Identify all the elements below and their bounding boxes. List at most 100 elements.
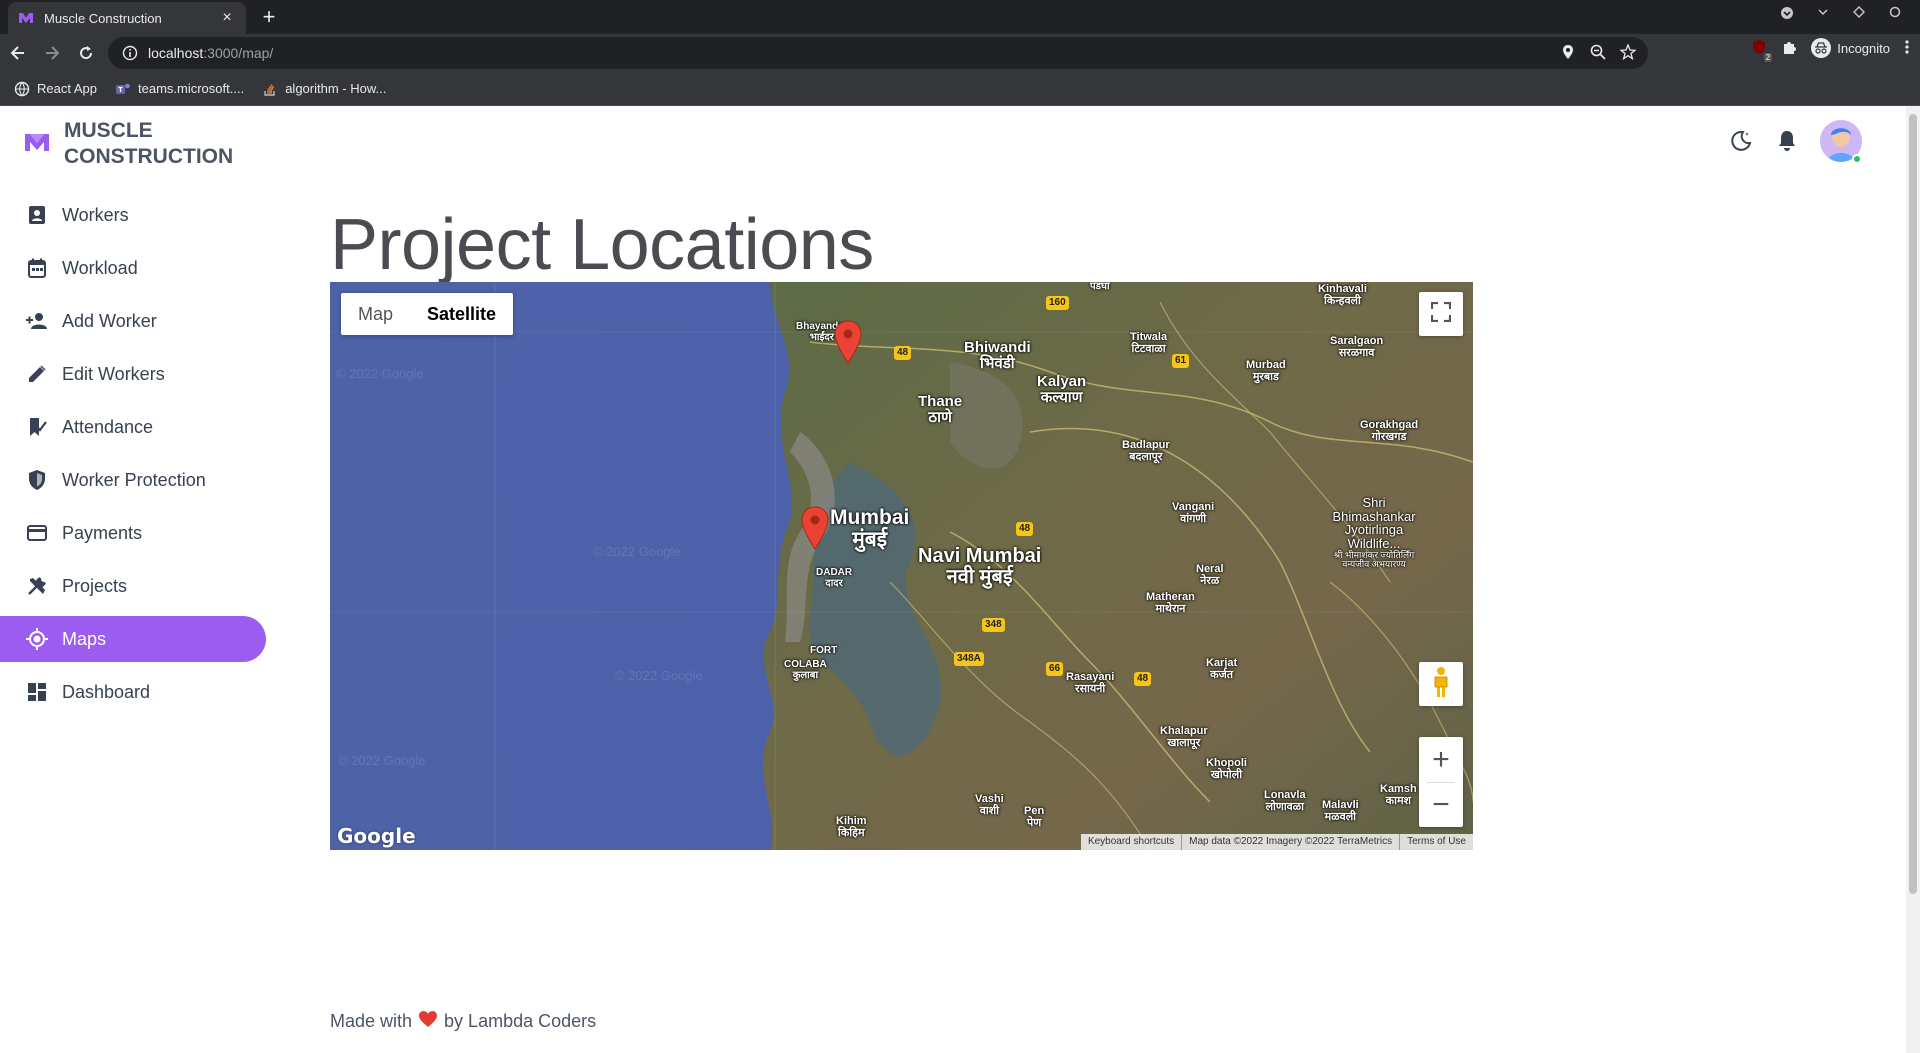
keyboard-shortcuts-link[interactable]: Keyboard shortcuts bbox=[1081, 834, 1181, 850]
stackoverflow-icon bbox=[262, 81, 278, 97]
zoom-in-button[interactable]: + bbox=[1419, 737, 1463, 782]
address-bar[interactable]: localhost :3000/map/ bbox=[108, 37, 1648, 69]
map-label-titwala: Titwala टिटवाळा bbox=[1130, 331, 1168, 355]
bookmark-stackoverflow[interactable]: algorithm - How... bbox=[262, 81, 386, 97]
pegman-icon bbox=[1432, 666, 1450, 703]
back-icon[interactable] bbox=[2, 37, 34, 69]
sidebar-item-label: Payments bbox=[62, 522, 143, 543]
map-label-bhimashankar: Shri Bhimashankar Jyotirlinga Wildlife..… bbox=[1332, 495, 1416, 569]
bookmark-label: teams.microsoft.... bbox=[138, 81, 245, 96]
bookmark-label: React App bbox=[37, 81, 97, 96]
map-label-khalapur: Khalapur खालापूर bbox=[1160, 725, 1208, 749]
map-label-padgha: पडघा bbox=[1090, 282, 1110, 292]
highway-shield: 160 bbox=[1046, 296, 1069, 310]
map-type-map-button[interactable]: Map bbox=[341, 293, 410, 335]
map-watermark: © 2022 Google bbox=[615, 668, 703, 683]
extensions-puzzle-icon[interactable] bbox=[1781, 39, 1797, 58]
restore-icon[interactable] bbox=[1848, 6, 1870, 23]
window-controls bbox=[1776, 6, 1906, 23]
bookmark-react-app[interactable]: React App bbox=[14, 81, 97, 97]
map-label-kamsh: Kamsh कामश bbox=[1380, 783, 1417, 807]
project-location-marker[interactable] bbox=[800, 506, 830, 550]
map-label-kalyan: Kalyan कल्याण bbox=[1037, 373, 1087, 406]
location-icon[interactable] bbox=[1560, 44, 1576, 65]
notifications-bell-icon[interactable] bbox=[1774, 128, 1800, 154]
fullscreen-button[interactable] bbox=[1419, 292, 1463, 336]
map-label-saralgaon: Saralgaon सरळगाव bbox=[1330, 335, 1384, 359]
dark-mode-moon-icon[interactable] bbox=[1728, 128, 1754, 154]
person-add-icon bbox=[24, 308, 50, 334]
incognito-profile[interactable]: Incognito bbox=[1811, 38, 1890, 58]
sidebar-item-payments[interactable]: Payments bbox=[0, 510, 266, 556]
highway-shield: 48 bbox=[1016, 522, 1034, 536]
map-type-satellite-button[interactable]: Satellite bbox=[410, 293, 513, 335]
browser-tab-bar: Muscle Construction × + bbox=[0, 0, 1920, 34]
map-label-murbad: Murbad मुरबाड bbox=[1246, 359, 1286, 383]
sidebar-item-attendance[interactable]: Attendance bbox=[0, 404, 266, 450]
map-type-control: Map Satellite bbox=[341, 293, 514, 335]
highway-shield: 48 bbox=[1134, 672, 1152, 686]
project-location-marker[interactable] bbox=[833, 320, 863, 364]
tab-title: Muscle Construction bbox=[44, 10, 162, 26]
calendar-icon bbox=[24, 255, 50, 281]
map-label-vashi: Vashi वाशी bbox=[975, 793, 1004, 817]
close-window-icon[interactable] bbox=[1884, 6, 1906, 23]
teams-icon bbox=[115, 81, 131, 97]
minimize-icon[interactable] bbox=[1812, 6, 1834, 23]
sidebar: Workers Workload Add Worker Edit Workers… bbox=[0, 192, 266, 722]
forward-icon[interactable] bbox=[36, 37, 68, 69]
brand[interactable]: MUSCLE CONSTRUCTION bbox=[24, 118, 254, 170]
page-scrollbar[interactable] bbox=[1906, 106, 1920, 1053]
location-target-icon bbox=[24, 626, 50, 652]
map-label-colaba: COLABA कुलाबा bbox=[784, 659, 827, 681]
zoom-control: + − bbox=[1419, 737, 1463, 827]
tab-search-icon[interactable] bbox=[1776, 6, 1798, 23]
satellite-imagery bbox=[330, 282, 1473, 850]
scrollbar-thumb[interactable] bbox=[1909, 114, 1917, 894]
sidebar-item-projects[interactable]: Projects bbox=[0, 563, 266, 609]
tab-close-icon[interactable]: × bbox=[218, 9, 236, 27]
sidebar-item-edit-workers[interactable]: Edit Workers bbox=[0, 351, 266, 397]
map-label-navi-mumbai: Navi Mumbai नवी मुंबई bbox=[918, 545, 1042, 588]
browser-menu-icon[interactable] bbox=[1904, 39, 1910, 58]
map-label-karjat: Karjat कर्जत bbox=[1206, 657, 1238, 681]
sidebar-item-label: Add Worker bbox=[62, 310, 157, 331]
app-favicon-icon bbox=[18, 10, 34, 26]
map-label-lonavla: Lonavla लोणावळा bbox=[1264, 789, 1306, 813]
site-info-icon[interactable] bbox=[122, 45, 138, 61]
bookmarks-bar: React App teams.microsoft.... algorithm … bbox=[0, 72, 1920, 106]
map-label-pen: Pen पेण bbox=[1024, 805, 1045, 829]
sidebar-item-dashboard[interactable]: Dashboard bbox=[0, 669, 266, 715]
ublock-extension-icon[interactable]: 2 bbox=[1751, 39, 1773, 62]
bookmark-star-icon[interactable] bbox=[1619, 43, 1637, 65]
sidebar-item-workload[interactable]: Workload bbox=[0, 245, 266, 291]
extension-badge: 2 bbox=[1763, 52, 1773, 62]
fullscreen-icon bbox=[1430, 301, 1452, 327]
map-label-mumbai: Mumbai मुंबई bbox=[830, 506, 910, 552]
highway-shield: 61 bbox=[1172, 354, 1190, 368]
map-label-badlapur: Badlapur बदलापूर bbox=[1122, 439, 1170, 463]
google-logo[interactable]: Google bbox=[337, 824, 416, 848]
map-watermark: © 2022 Google bbox=[593, 544, 681, 559]
map-label-gorakhgad: Gorakhgad गोरखगड bbox=[1360, 419, 1419, 443]
sidebar-item-workers[interactable]: Workers bbox=[0, 192, 266, 238]
reload-icon[interactable] bbox=[70, 37, 102, 69]
zoom-out-button[interactable]: − bbox=[1419, 782, 1463, 827]
zoom-icon[interactable] bbox=[1590, 44, 1606, 65]
map-attribution: Keyboard shortcuts Map data ©2022 Imager… bbox=[1080, 834, 1473, 850]
worker-badge-icon bbox=[24, 202, 50, 228]
bookmark-teams[interactable]: teams.microsoft.... bbox=[115, 81, 244, 97]
incognito-icon bbox=[1811, 38, 1832, 58]
sidebar-item-add-worker[interactable]: Add Worker bbox=[0, 298, 266, 344]
terms-of-use-link[interactable]: Terms of Use bbox=[1399, 834, 1473, 850]
street-view-pegman[interactable] bbox=[1419, 662, 1463, 706]
sidebar-item-maps[interactable]: Maps bbox=[0, 616, 266, 662]
sidebar-item-label: Workload bbox=[62, 257, 138, 278]
brand-line-2: CONSTRUCTION bbox=[64, 145, 234, 168]
sidebar-item-worker-protection[interactable]: Worker Protection bbox=[0, 457, 266, 503]
google-map[interactable]: © 2022 Google © 2022 Google © 2022 Googl… bbox=[330, 282, 1473, 850]
browser-tab[interactable]: Muscle Construction × bbox=[8, 2, 246, 34]
incognito-label: Incognito bbox=[1837, 40, 1890, 56]
pencil-icon bbox=[24, 361, 50, 387]
new-tab-button[interactable]: + bbox=[256, 5, 282, 31]
